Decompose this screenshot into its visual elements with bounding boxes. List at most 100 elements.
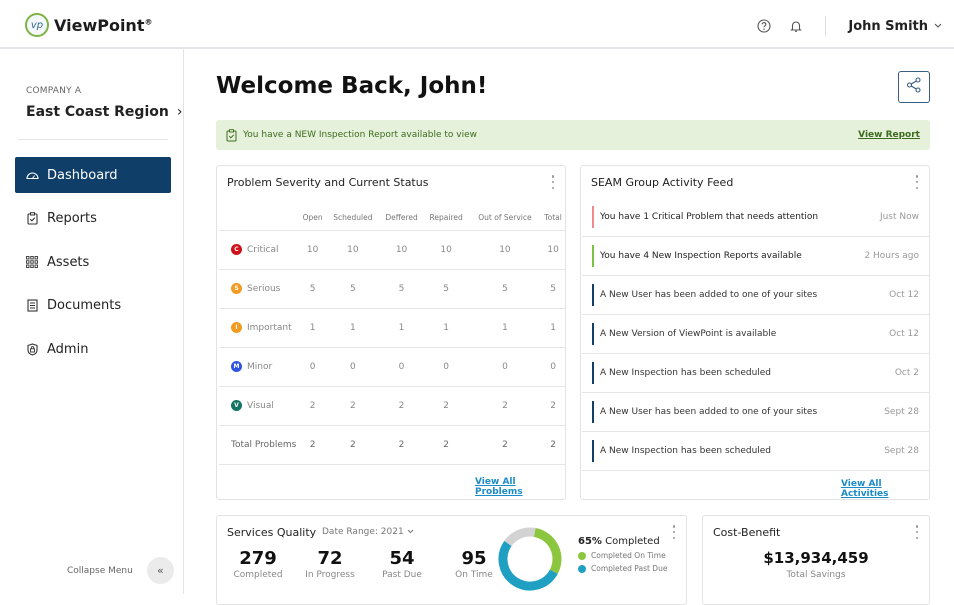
severity-name: Visual — [247, 401, 274, 411]
alert-message: You have a NEW Inspection Report availab… — [243, 130, 478, 140]
table-cell: 10 — [326, 230, 380, 270]
card-title: Problem Severity and Current Status — [227, 176, 429, 189]
sidebar-divider — [18, 139, 168, 140]
activity-feed-item[interactable]: A New Version of ViewPoint is available O… — [582, 315, 930, 354]
user-menu[interactable]: John Smith — [848, 19, 942, 34]
table-cell: 2 — [379, 386, 424, 426]
view-all-activities-link[interactable]: View All Activities — [841, 479, 929, 499]
activity-feed-list: You have 1 Critical Problem that needs a… — [582, 198, 930, 471]
activity-time: Oct 2 — [894, 368, 919, 378]
table-cell: 5 — [468, 269, 542, 309]
chevron-down-icon — [407, 527, 414, 537]
chevron-down-icon — [934, 21, 942, 31]
table-cell: 10 — [299, 230, 327, 270]
table-cell: 5 — [423, 269, 469, 309]
total-savings-label: Total Savings — [786, 570, 846, 580]
activity-indicator — [592, 284, 594, 306]
activity-feed-item[interactable]: A New Inspection has been scheduled Oct 2 — [582, 354, 930, 393]
activity-text: A New Inspection has been scheduled — [600, 446, 772, 456]
column-header: Total — [541, 206, 565, 231]
stat-in-progress: 72 In Progress — [295, 548, 365, 580]
total-row: Total Problems 2 2 2 2 2 2 — [219, 425, 565, 465]
activity-indicator — [592, 206, 594, 228]
help-icon[interactable] — [755, 17, 773, 35]
card-title: Cost-Benefit — [713, 526, 781, 539]
view-report-link[interactable]: View Report — [858, 130, 920, 140]
sidebar-item-documents[interactable]: Documents — [15, 288, 171, 324]
table-cell: 5 — [299, 269, 327, 309]
more-options-icon[interactable] — [915, 175, 919, 189]
logo[interactable]: vp ViewPoint® — [25, 13, 152, 37]
column-header: Out of Service — [468, 206, 542, 231]
legend-item-past-due: Completed Past Due — [578, 564, 667, 573]
sidebar-item-label: Reports — [47, 211, 97, 226]
share-button[interactable] — [898, 71, 930, 103]
table-cell: 0 — [468, 347, 542, 387]
more-options-icon[interactable] — [915, 525, 919, 539]
double-chevron-left-icon: « — [156, 564, 164, 577]
bell-icon[interactable] — [787, 17, 805, 35]
services-quality-card: Services Quality Date Range: 2021 279 Com… — [216, 515, 687, 605]
stat-value: 279 — [239, 548, 277, 569]
activity-feed-item[interactable]: A New User has been added to one of your… — [582, 276, 930, 315]
column-header-severity — [219, 206, 299, 231]
sidebar-item-admin[interactable]: Admin — [15, 331, 171, 367]
activity-time: Just Now — [879, 212, 919, 222]
gauge-icon — [25, 168, 39, 182]
completion-donut-chart — [498, 527, 562, 591]
document-icon — [25, 299, 39, 313]
date-range-dropdown[interactable]: Date Range: 2021 — [322, 527, 414, 537]
donut-segment-remaining — [504, 527, 536, 547]
legend-swatch — [578, 551, 586, 560]
activity-feed-item[interactable]: You have 1 Critical Problem that needs a… — [582, 198, 930, 237]
column-header: Deffered — [379, 206, 424, 231]
more-options-icon[interactable] — [672, 525, 676, 539]
cost-benefit-card: Cost-Benefit $13,934,459 Total Savings — [702, 515, 930, 605]
activity-time: 2 Hours ago — [864, 251, 919, 261]
activity-text: A New Inspection has been scheduled — [600, 368, 772, 378]
table-cell: 10 — [423, 230, 469, 270]
table-cell: 10 — [468, 230, 542, 270]
company-name: COMPANY A — [26, 86, 82, 96]
activity-indicator — [592, 440, 594, 462]
collapse-menu[interactable]: Collapse Menu « — [67, 557, 174, 584]
activity-indicator — [592, 323, 594, 345]
stat-label: In Progress — [305, 570, 355, 580]
table-row: S Serious 5 5 5 5 5 5 — [219, 269, 565, 309]
region-selector[interactable]: East Coast Region › — [26, 104, 182, 120]
user-name: John Smith — [848, 18, 928, 34]
sidebar-item-dashboard[interactable]: Dashboard — [15, 157, 171, 193]
collapse-menu-button[interactable]: « — [146, 557, 174, 584]
severity-badge-icon: M — [231, 361, 242, 372]
logo-icon: vp — [25, 13, 49, 37]
sidebar-item-assets[interactable]: Assets — [15, 244, 171, 280]
total-savings-amount: $13,934,459 — [763, 549, 869, 567]
table-cell: 5 — [379, 269, 424, 309]
card-title: SEAM Group Activity Feed — [591, 176, 734, 189]
view-all-problems-link[interactable]: View All Problems — [475, 477, 565, 497]
activity-feed-item[interactable]: A New Inspection has been scheduled Sept … — [582, 432, 930, 471]
activity-feed-item[interactable]: A New User has been added to one of your… — [582, 393, 930, 432]
stat-label: Completed — [233, 570, 283, 580]
more-options-icon[interactable] — [551, 175, 555, 189]
table-cell: 1 — [299, 308, 327, 348]
severity-label: S Serious — [219, 269, 299, 309]
shield-lock-icon — [25, 342, 39, 356]
logo-initials: vp — [30, 19, 44, 31]
table-cell: 2 — [379, 425, 424, 465]
activity-feed-card: SEAM Group Activity Feed You have 1 Crit… — [580, 165, 930, 500]
sidebar-item-reports[interactable]: Reports — [15, 201, 171, 237]
activity-feed-item[interactable]: You have 4 New Inspection Reports availa… — [582, 237, 930, 276]
activity-text: A New User has been added to one of your… — [600, 407, 818, 417]
table-row: V Visual 2 2 2 2 2 2 — [219, 386, 565, 426]
table-cell: 1 — [326, 308, 380, 348]
sidebar-nav: Dashboard Reports Assets Documents Admin — [15, 157, 171, 375]
table-cell: 10 — [541, 230, 565, 270]
activity-time: Oct 12 — [889, 329, 919, 339]
stat-label: Past Due — [382, 570, 422, 580]
total-label: Total Problems — [219, 425, 299, 465]
activity-text: A New Version of ViewPoint is available — [600, 329, 777, 339]
table-cell: 5 — [541, 269, 565, 309]
severity-name: Minor — [247, 362, 273, 372]
legend-swatch — [578, 564, 586, 573]
